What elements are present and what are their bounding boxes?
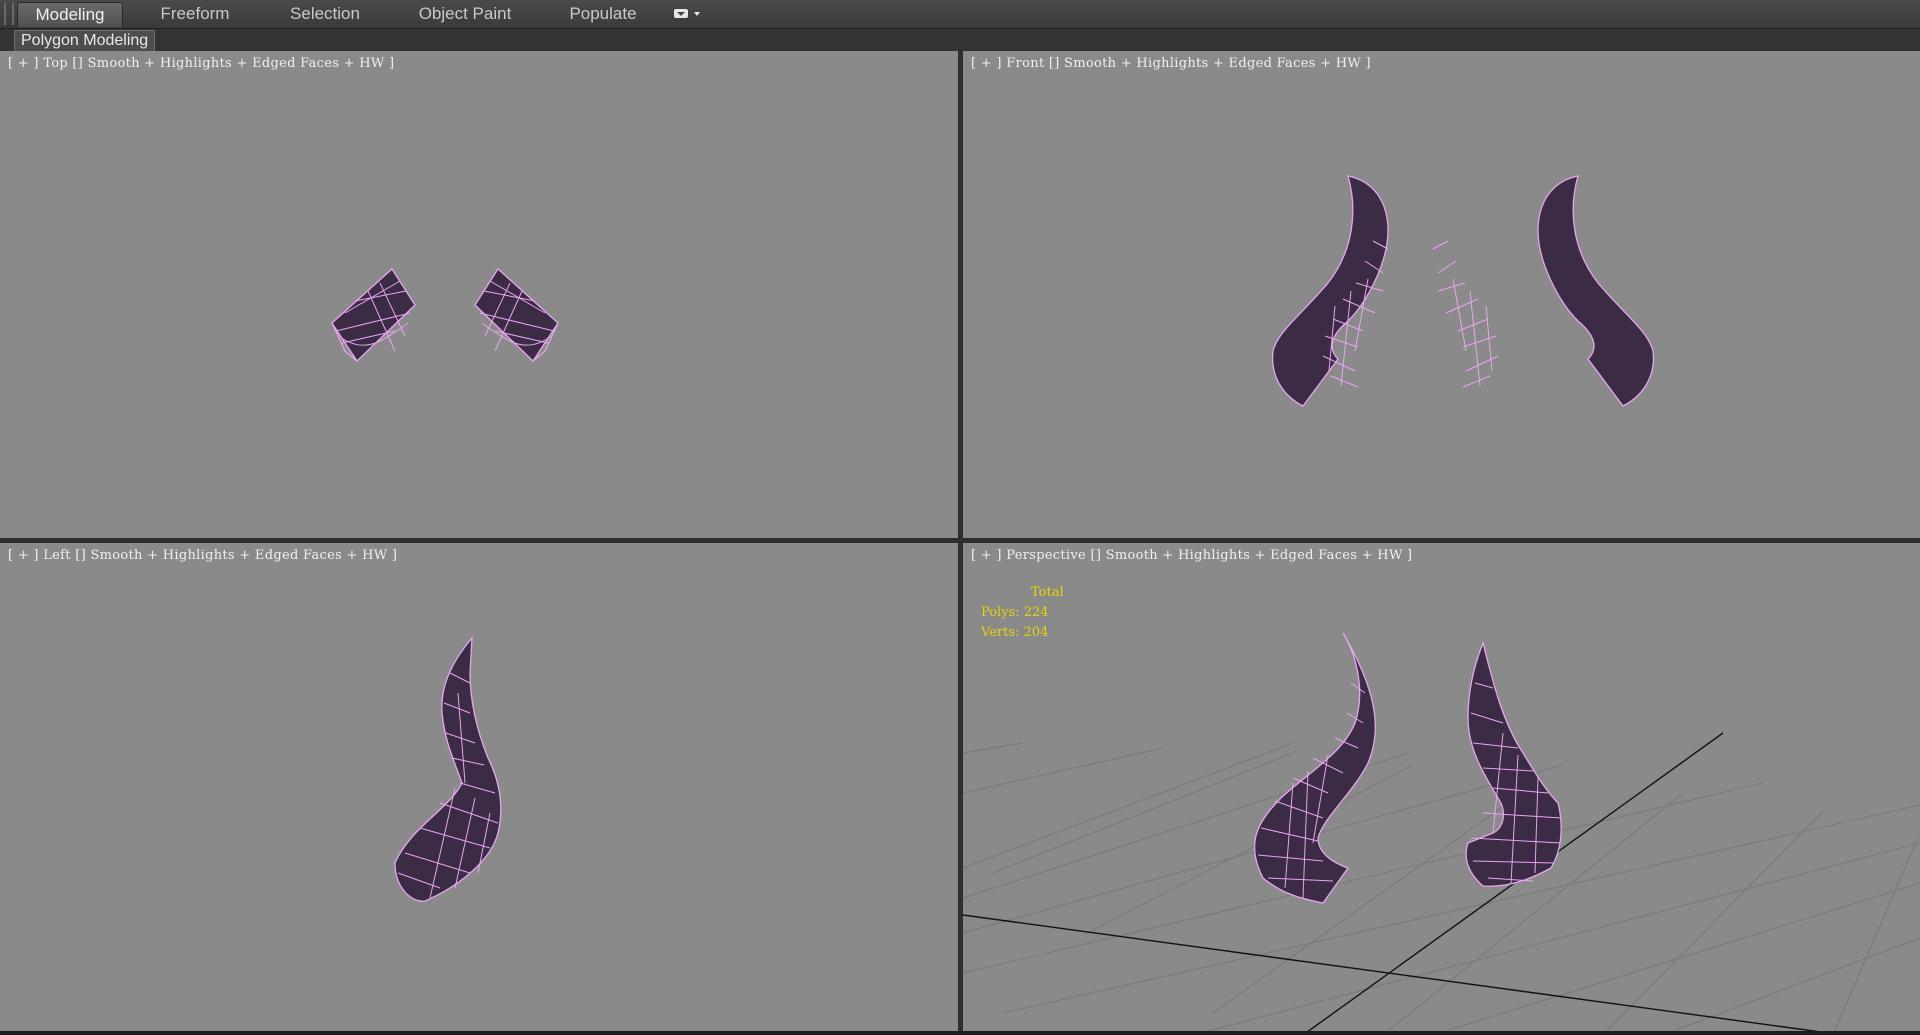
stats-verts-value: 204 (1023, 625, 1049, 640)
ribbon-display-dropdown-icon[interactable] (672, 6, 704, 22)
left-view-canvas (394, 636, 502, 902)
right-horn-mesh-top[interactable] (474, 268, 559, 363)
viewport-label-close: ] (1407, 548, 1413, 563)
stats-polys-label: Polys: (981, 605, 1020, 620)
viewport-front[interactable]: [ + ] Front [] Smooth + Highlights + Edg… (963, 51, 1920, 538)
viewport-shading-mode-text: Smooth + Highlights + Edged Faces + HW (1105, 548, 1403, 563)
viewport-label-perspective: [ + ] Perspective [] Smooth + Highlights… (971, 548, 1412, 563)
top-view-canvas (331, 268, 559, 363)
ground-grid (963, 742, 1920, 1035)
right-horn-mesh-perspective[interactable] (1465, 640, 1562, 887)
scene-statistics: Total Polys: 224 Verts: 204 (981, 583, 1064, 643)
stats-polys-value: 224 (1023, 605, 1049, 620)
viewport-view-name[interactable]: Perspective (1006, 548, 1086, 563)
tab-selection[interactable]: Selection (275, 2, 375, 26)
viewport-shading-mode[interactable]: [] Smooth + Highlights + Edged Faces + H… (1090, 548, 1402, 563)
viewport-layout: [ + ] Top [] Smooth + Highlights + Edged… (0, 51, 1920, 1035)
tab-freeform[interactable]: Freeform (145, 2, 245, 26)
horn-mesh-left[interactable] (394, 636, 502, 902)
front-view-canvas (1271, 175, 1655, 407)
tab-populate[interactable]: Populate (553, 2, 653, 26)
left-horn-mesh-front[interactable] (1271, 175, 1389, 407)
stats-polys: Polys: 224 (981, 603, 1064, 623)
right-horn-mesh-front[interactable] (1432, 175, 1655, 407)
tab-object-paint[interactable]: Object Paint (410, 2, 520, 26)
world-axis (963, 732, 1844, 1035)
viewport-top[interactable]: [ + ] Top [] Smooth + Highlights + Edged… (0, 51, 958, 538)
tab-modeling[interactable]: Modeling (17, 2, 123, 27)
viewport-left[interactable]: [ + ] Left [] Smooth + Highlights + Edge… (0, 543, 958, 1035)
left-horn-mesh-perspective[interactable] (1253, 632, 1376, 904)
perspective-view-canvas (963, 632, 1920, 1035)
ribbon-panel-bar: Polygon Modeling (0, 29, 1920, 52)
stats-title: Total (1031, 585, 1064, 600)
left-horn-mesh-top[interactable] (331, 268, 416, 363)
ribbon-tab-bar: Modeling Freeform Selection Object Paint… (0, 0, 1920, 29)
stats-verts-label: Verts: (981, 625, 1020, 640)
ribbon-grip-handle[interactable] (4, 3, 14, 25)
viewport-menu-button[interactable]: [ + ] (971, 548, 1002, 563)
status-strip (0, 1031, 1920, 1035)
stats-verts: Verts: 204 (981, 623, 1064, 643)
viewport-perspective[interactable]: [ + ] Perspective [] Smooth + Highlights… (963, 543, 1920, 1035)
polygon-modeling-panel-button[interactable]: Polygon Modeling (14, 30, 156, 52)
